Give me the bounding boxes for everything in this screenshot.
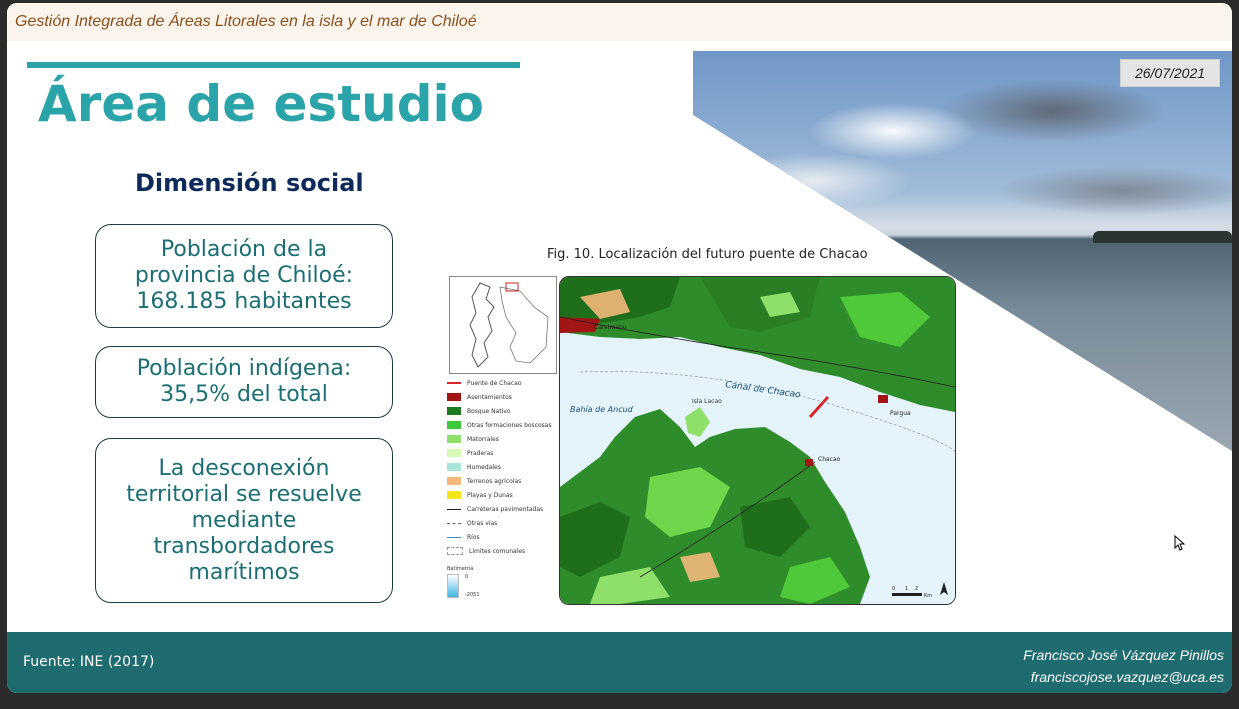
date-badge: 26/07/2021: [1120, 59, 1220, 87]
section-subtitle: Dimensión social: [135, 169, 364, 197]
box-line: Población indígena:: [136, 356, 352, 381]
map-legend: Puente de Chacao Asentamientos Bosque Na…: [447, 376, 559, 598]
author-block: Francisco José Vázquez Pinillos francisc…: [1023, 644, 1224, 688]
map-label: Carelmapu: [594, 324, 627, 331]
scale-bar: [892, 593, 922, 596]
box-line: 168.185 habitantes: [136, 289, 352, 314]
box-line: Población de la: [160, 237, 328, 262]
slide: Gestión Integrada de Áreas Litorales en …: [7, 3, 1232, 693]
scale-label: 0: [892, 586, 895, 592]
legend-item: Praderas: [447, 446, 559, 460]
legend-item: Carreteras pavimentadas: [447, 502, 559, 516]
population-box: Población de la provincia de Chiloé: 168…: [95, 224, 393, 328]
box-line: territorial se resuelve: [126, 481, 362, 507]
footer-bar: Fuente: INE (2017) Francisco José Vázque…: [7, 632, 1232, 693]
mouse-cursor-icon: [1174, 535, 1186, 551]
legend-item: Matorrales: [447, 432, 559, 446]
box-line: La desconexión: [158, 455, 330, 481]
indigenous-box: Población indígena: 35,5% del total: [95, 346, 393, 418]
legend-item: Otras vías: [447, 516, 559, 530]
legend-item: Bosque Nativo: [447, 404, 559, 418]
legend-item: Humedales: [447, 460, 559, 474]
bathymetry-title: Batimetría: [447, 566, 474, 572]
inset-map-outline: [469, 282, 549, 368]
map-label: Pargua: [890, 410, 911, 417]
legend-item: Terrenos agrícolas: [447, 474, 559, 488]
figure-map: Puente de Chacao Asentamientos Bosque Na…: [445, 274, 956, 605]
source-text: Fuente: INE (2017): [23, 654, 155, 670]
figure-caption: Fig. 10. Localización del futuro puente …: [547, 247, 868, 262]
map-label: Chacao: [818, 456, 841, 463]
land-cover-svg: Carelmapu Canal de Chacao Bahía de Ancud…: [560, 277, 955, 604]
box-line: mediante: [191, 507, 297, 533]
box-line: provincia de Chiloé:: [134, 263, 354, 288]
photo-shoreline: [1093, 231, 1232, 243]
box-line: transbordadores: [153, 533, 335, 559]
land-cover-map: Carelmapu Canal de Chacao Bahía de Ancud…: [559, 276, 956, 605]
scale-label: 2: [915, 586, 918, 592]
legend-item: Otras formaciones boscosas: [447, 418, 559, 432]
scale-unit: Km: [924, 593, 932, 599]
author-email[interactable]: franciscojose.vazquez@uca.es: [1023, 666, 1224, 688]
header-title: Gestión Integrada de Áreas Litorales en …: [15, 13, 477, 30]
legend-item: Límites comunales: [447, 544, 559, 558]
map-label: Isla Lacao: [692, 398, 722, 405]
legend-item: Puente de Chacao: [447, 376, 559, 390]
legend-item: Asentamientos: [447, 390, 559, 404]
disconnection-box: La desconexión territorial se resuelve m…: [95, 438, 393, 603]
scale-label: 1: [905, 586, 908, 592]
author-name: Francisco José Vázquez Pinillos: [1023, 647, 1224, 663]
bathymetry-ramp: [447, 574, 459, 598]
bathymetry-min: -2051: [465, 592, 480, 598]
page-title: Área de estudio: [38, 75, 484, 133]
legend-item: Ríos: [447, 530, 559, 544]
box-line: 35,5% del total: [160, 382, 328, 407]
inset-map: [449, 276, 557, 374]
map-label: Bahía de Ancud: [570, 405, 634, 414]
title-accent-bar: [27, 62, 520, 68]
legend-item: Playas y Dunas: [447, 488, 559, 502]
bathymetry-max: 0: [465, 574, 469, 580]
box-line: marítimos: [188, 559, 300, 585]
header-bar: Gestión Integrada de Áreas Litorales en …: [7, 3, 1232, 41]
